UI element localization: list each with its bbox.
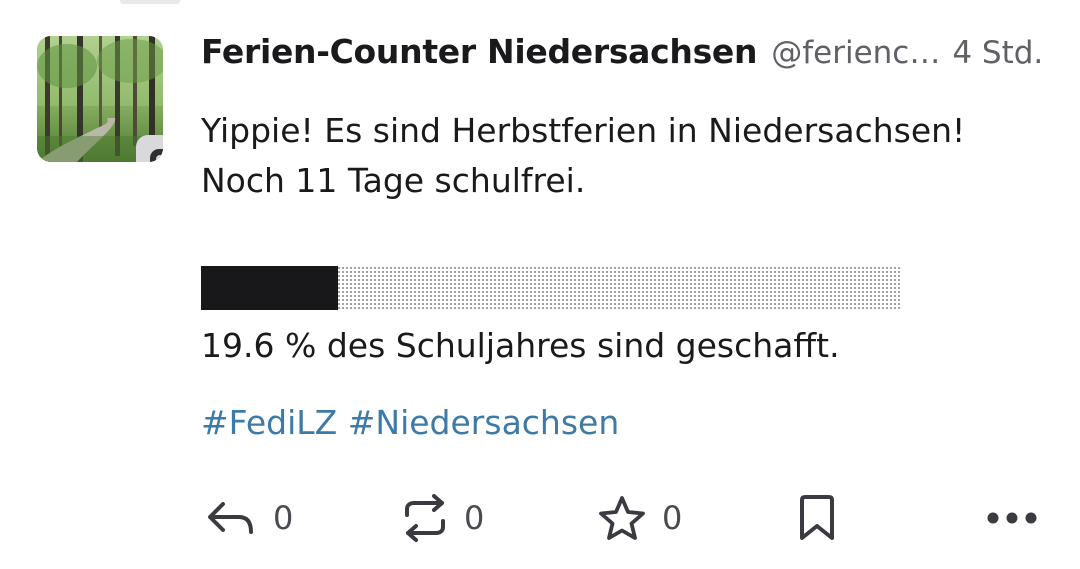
hashtag-link[interactable]: #Niedersachsen xyxy=(348,403,620,442)
progress-text: 19.6 % des Schuljahres sind geschafft. xyxy=(201,326,840,365)
favourite-button[interactable]: 0 xyxy=(598,490,682,546)
timestamp[interactable]: 4 Std. xyxy=(952,35,1043,71)
reply-button[interactable]: 0 xyxy=(205,490,293,546)
bot-icon xyxy=(150,148,163,162)
boost-button[interactable]: 0 xyxy=(402,490,484,546)
more-button[interactable] xyxy=(985,490,1039,546)
more-horizontal-icon xyxy=(987,512,1037,524)
school-year-progress-bar xyxy=(201,266,901,310)
display-name[interactable]: Ferien-Counter Niedersachsen xyxy=(201,32,758,71)
favourite-count: 0 xyxy=(662,499,683,537)
content-line: Noch 11 Tage schulfrei. xyxy=(201,161,586,200)
post-header: Ferien-Counter Niedersachsen @ferienc… 4… xyxy=(201,32,1051,76)
bot-badge xyxy=(136,135,163,162)
account-handle[interactable]: @ferienc… xyxy=(771,35,940,71)
bookmark-button[interactable] xyxy=(797,490,837,546)
post-content: Yippie! Es sind Herbstferien in Niedersa… xyxy=(201,106,1061,206)
star-icon xyxy=(599,496,645,540)
hashtag-list: #FediLZ #Niedersachsen xyxy=(201,398,619,448)
hashtag-link[interactable]: #FediLZ xyxy=(201,403,337,442)
reply-icon xyxy=(208,502,253,534)
progress-bar-fill xyxy=(201,266,339,310)
boost-count: 0 xyxy=(464,499,485,537)
status-post[interactable]: Ferien-Counter Niedersachsen @ferienc… 4… xyxy=(0,0,1080,569)
reply-count: 0 xyxy=(273,499,294,537)
avatar[interactable] xyxy=(37,36,163,162)
post-action-bar: 0 0 0 xyxy=(0,490,1080,546)
bookmark-icon xyxy=(800,495,834,540)
content-line: Yippie! Es sind Herbstferien in Niedersa… xyxy=(201,111,966,150)
boost-icon xyxy=(405,494,445,542)
